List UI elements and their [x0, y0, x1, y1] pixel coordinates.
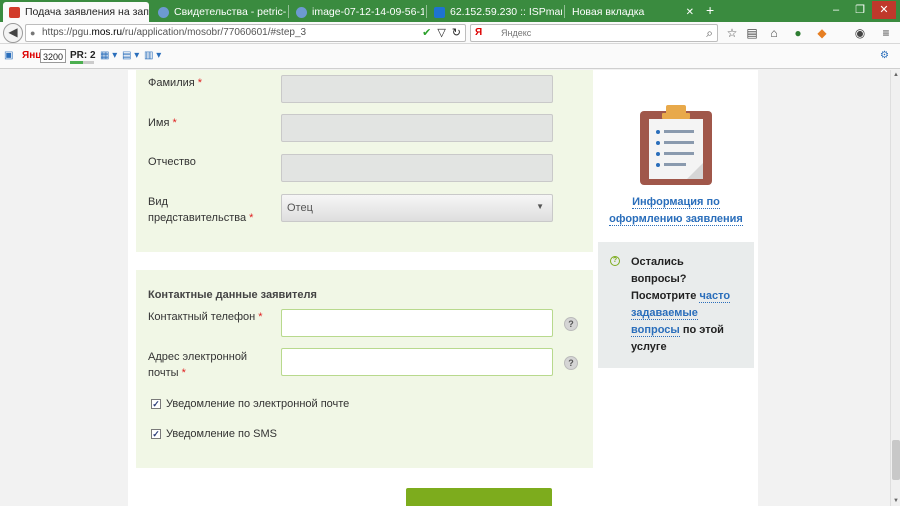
lastname-label: Фамилия *: [148, 77, 203, 89]
contact-details-panel: Контактные данные заявителя Контактный т…: [136, 270, 593, 468]
tab-certificates[interactable]: Свидетельства - petric-s@... ✕: [152, 2, 286, 22]
checkmark-favicon-icon: [434, 6, 445, 18]
globe-icon: ●: [30, 28, 36, 38]
extension-globe-icon[interactable]: ●: [790, 25, 806, 41]
tab-ispmanager[interactable]: 62.152.59.230 :: ISPmanage... ✕: [428, 2, 562, 22]
page-sheet: Фамилия * Имя * Отчество Вид представите…: [128, 70, 758, 506]
hamburger-menu-icon[interactable]: ≡: [878, 25, 894, 41]
close-window-button[interactable]: ✕: [872, 1, 896, 19]
reload-icon[interactable]: ↻: [452, 26, 461, 39]
tab-close-icon[interactable]: ✕: [681, 7, 694, 18]
dropdown-arrow-icon[interactable]: ▽: [437, 26, 445, 39]
addon-icon[interactable]: ◉: [852, 25, 868, 41]
tab-divider: [426, 5, 427, 18]
browser-favicon-icon: [296, 6, 307, 18]
sms-notification-checkbox[interactable]: ✓: [151, 429, 161, 439]
tab-application-form[interactable]: Подача заявления на зап... ✕: [3, 2, 149, 22]
url-actions: ✔ ▽ ↻: [422, 26, 461, 39]
scroll-up-arrow-icon[interactable]: ▲: [892, 70, 900, 80]
pagerank-fill: [70, 61, 84, 64]
url-host: mos.ru: [91, 27, 123, 38]
browser-favicon-icon: [158, 6, 169, 18]
search-input[interactable]: [501, 26, 691, 40]
tab-title: Свидетельства - petric-s@...: [174, 6, 286, 18]
yandex-search-icon: Я: [475, 27, 483, 38]
question-icon: ?: [610, 256, 620, 266]
email-label: Адрес электронной почты *: [148, 351, 248, 379]
minimize-button[interactable]: –: [824, 1, 848, 19]
check-icon[interactable]: ✔: [422, 26, 431, 39]
phone-label: Контактный телефон *: [148, 311, 263, 323]
url-path: /ru/application/mosobr/77060601/#step_3: [122, 27, 307, 38]
faq-box: ? Остались вопросы? Посмотрите часто зад…: [598, 242, 754, 368]
addon-toolbar: ▣ Янц 3200 PR: 2 ▦ ▾ ▤ ▾ ▥ ▾ ⚙: [0, 44, 900, 69]
address-bar[interactable]: ● https://pgu.mos.ru/ru/application/moso…: [25, 24, 466, 42]
faq-link[interactable]: часто: [699, 290, 731, 303]
faq-text: Остались вопросы? Посмотрите часто задав…: [631, 256, 731, 353]
faq-link[interactable]: вопросы: [631, 324, 680, 337]
page-info-icon[interactable]: ▦ ▾: [100, 49, 117, 63]
url-text: https://pgu.mos.ru/ru/application/mosobr…: [42, 27, 306, 38]
search-box[interactable]: Я ⌕: [470, 24, 718, 42]
email-field[interactable]: [281, 348, 553, 376]
email-notification-label: Уведомление по электронной почте: [166, 398, 350, 410]
lastname-field[interactable]: [281, 75, 553, 103]
bookmark-star-icon[interactable]: ☆: [724, 25, 740, 41]
patronymic-label: Отчество: [148, 156, 196, 168]
tab-title: 62.152.59.230 :: ISPmanage...: [450, 6, 562, 18]
tools-icon[interactable]: ▥ ▾: [144, 49, 161, 63]
sms-notification-label: Уведомление по SMS: [166, 428, 277, 440]
tab-title: Подача заявления на зап...: [25, 6, 149, 18]
navigation-bar: ◀ ● https://pgu.mos.ru/ru/application/mo…: [0, 22, 900, 44]
home-icon[interactable]: ⌂: [766, 25, 782, 41]
cache-icon[interactable]: ▤ ▾: [122, 49, 139, 63]
page-scrollbar[interactable]: ▲ ▼: [890, 70, 900, 506]
scrollbar-thumb[interactable]: [892, 440, 900, 480]
email-help-icon[interactable]: ?: [564, 356, 578, 370]
yandex-index-label: Янц: [22, 50, 42, 61]
tab-title: image-07-12-14-09-56-1.jp...: [312, 6, 424, 18]
email-notification-checkbox[interactable]: ✓: [151, 399, 161, 409]
representation-type-label: Вид представительства *: [148, 196, 254, 224]
contact-section-title: Контактные данные заявителя: [148, 289, 317, 301]
pagerank-bar: [70, 61, 94, 64]
extension-menu-icon[interactable]: ◆: [814, 25, 830, 41]
screen-icon[interactable]: ▣: [4, 49, 13, 63]
applicant-details-panel: Фамилия * Имя * Отчество Вид представите…: [136, 70, 593, 252]
new-tab-button[interactable]: +: [706, 2, 718, 18]
tab-bar: Подача заявления на зап... ✕ Свидетельст…: [0, 0, 900, 22]
representation-type-value: Отец: [287, 202, 313, 214]
phone-field[interactable]: [281, 309, 553, 337]
phone-help-icon[interactable]: ?: [564, 317, 578, 331]
tab-title: Новая вкладка: [572, 6, 645, 18]
scroll-down-arrow-icon[interactable]: ▼: [892, 496, 900, 506]
mos-favicon-icon: [9, 6, 20, 18]
firstname-field[interactable]: [281, 114, 553, 142]
restore-button[interactable]: ❐: [848, 1, 872, 19]
back-arrow-icon: ◀: [8, 25, 18, 39]
faq-link[interactable]: задаваемые: [631, 307, 698, 320]
application-info-link[interactable]: Информация по оформлению заявления: [598, 194, 754, 228]
clipboard-icon: [640, 105, 712, 185]
tab-divider: [288, 5, 289, 18]
search-icon[interactable]: ⌕: [706, 26, 713, 41]
page-viewport: Фамилия * Имя * Отчество Вид представите…: [0, 70, 890, 506]
settings-gear-icon[interactable]: ⚙: [880, 49, 889, 63]
representation-type-select[interactable]: Отец ▼: [281, 194, 553, 222]
back-button[interactable]: ◀: [3, 23, 23, 43]
chevron-down-icon: ▼: [536, 202, 544, 211]
url-prefix: https://pgu.: [42, 27, 92, 38]
tab-new-tab[interactable]: Новая вкладка ✕: [566, 2, 700, 22]
tab-image[interactable]: image-07-12-14-09-56-1.jp... ✕: [290, 2, 424, 22]
yandex-index-value: 3200: [40, 49, 67, 63]
firstname-label: Имя *: [148, 117, 177, 129]
patronymic-field[interactable]: [281, 154, 553, 182]
tab-divider: [564, 5, 565, 18]
bookmarks-list-icon[interactable]: ▤: [744, 25, 760, 41]
next-step-button[interactable]: [406, 488, 552, 506]
